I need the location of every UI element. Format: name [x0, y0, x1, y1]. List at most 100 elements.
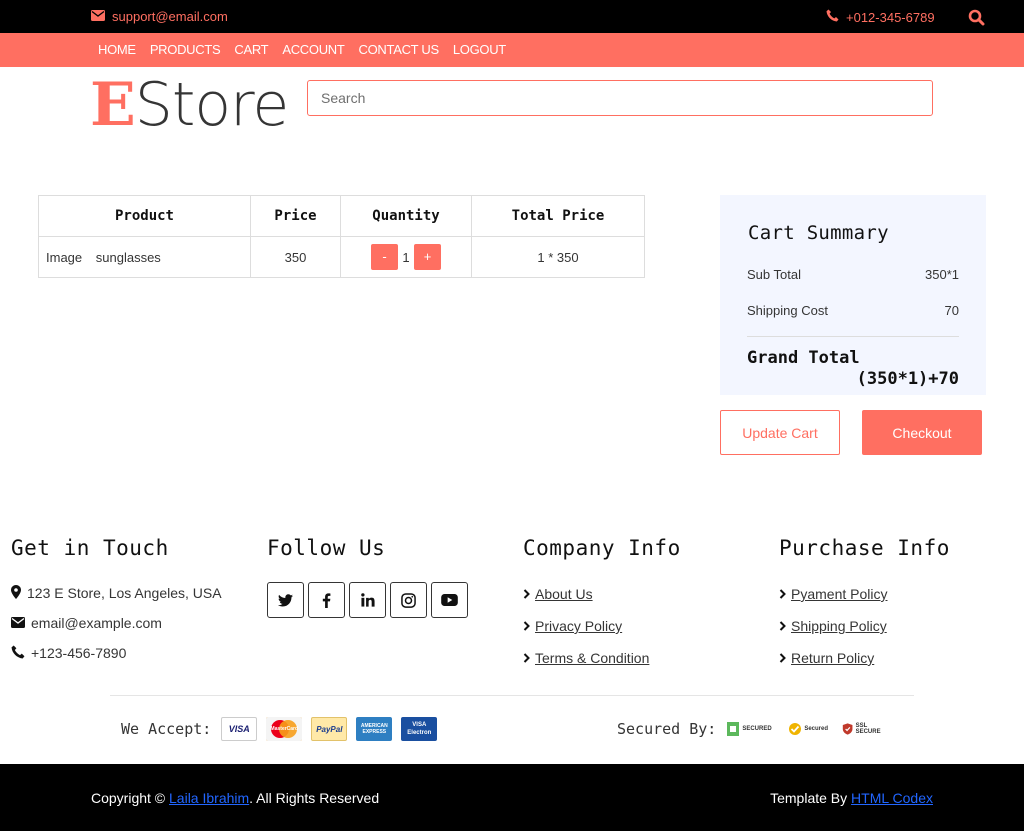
logo-text: Store: [134, 70, 290, 140]
header-total-price: Total Price: [471, 195, 645, 237]
footer-follow-us: Follow Us: [267, 536, 468, 618]
cell-product: Image sunglasses: [38, 236, 251, 278]
contact-phone-text: +123-456-7890: [31, 645, 127, 661]
secured-badge-icon: SECURED: [726, 717, 778, 741]
link-privacy-policy-text: Privacy Policy: [535, 618, 623, 634]
subtotal-label: Sub Total: [747, 267, 801, 282]
footer-divider: [110, 695, 914, 696]
link-privacy-policy[interactable]: Privacy Policy: [523, 610, 681, 642]
facebook-icon[interactable]: [308, 582, 345, 618]
header-price: Price: [250, 195, 341, 237]
increase-quantity-button[interactable]: +: [414, 244, 441, 270]
twitter-icon[interactable]: [267, 582, 304, 618]
update-cart-button[interactable]: Update Cart: [720, 410, 840, 455]
purchase-info-title: Purchase Info: [779, 536, 950, 560]
payment-methods: We Accept: VISA MasterCard PayPal AMERIC…: [121, 717, 446, 741]
footer-get-in-touch: Get in Touch 123 E Store, Los Angeles, U…: [11, 536, 222, 668]
footer-company-info: Company Info About Us Privacy Policy Ter…: [523, 536, 681, 674]
ssl-secure-icon: SSL SECURE: [842, 717, 886, 741]
link-terms-condition-text: Terms & Condition: [535, 650, 650, 666]
summary-divider: [747, 336, 959, 337]
instagram-icon[interactable]: [390, 582, 427, 618]
cart-table: Product Price Quantity Total Price Image…: [38, 195, 645, 278]
cart-table-header: Product Price Quantity Total Price: [38, 195, 645, 237]
checkout-button[interactable]: Checkout: [862, 410, 982, 455]
american-express-icon: AMERICAN EXPRESS: [356, 717, 393, 741]
table-row: Image sunglasses 350 - 1 + 1 * 350: [38, 236, 645, 278]
nav-item-products[interactable]: PRODUCTS: [150, 42, 221, 57]
summary-subtotal: Sub Total 350*1: [747, 267, 959, 282]
chevron-right-icon: [523, 586, 530, 602]
product-name[interactable]: sunglasses: [96, 250, 161, 265]
ssl-secure-text: SSL SECURE: [855, 723, 881, 735]
visa-electron-icon: VISA Electron: [401, 717, 438, 741]
quantity-stepper: - 1 +: [371, 244, 441, 270]
footer-purchase-info: Purchase Info Pyament Policy Shipping Po…: [779, 536, 950, 674]
nav-item-contact-us[interactable]: CONTACT US: [359, 42, 440, 57]
nav-item-cart[interactable]: CART: [234, 42, 268, 57]
topbar-email[interactable]: support@email.com: [91, 9, 228, 24]
copyright-prefix: Copyright ©: [91, 790, 170, 806]
contact-address-text: 123 E Store, Los Angeles, USA: [27, 585, 222, 601]
link-payment-policy-text: Pyament Policy: [791, 586, 888, 602]
linkedin-icon[interactable]: [349, 582, 386, 618]
grand-total-label: Grand Total: [747, 348, 860, 368]
link-return-policy[interactable]: Return Policy: [779, 642, 950, 674]
shipping-value: 70: [944, 303, 959, 318]
link-payment-policy[interactable]: Pyament Policy: [779, 578, 950, 610]
chevron-right-icon: [523, 650, 530, 666]
summary-title: Cart Summary: [748, 222, 889, 244]
chevron-right-icon: [779, 650, 786, 666]
contact-email: email@example.com: [11, 608, 222, 638]
paypal-icon: PayPal: [311, 717, 348, 741]
bottom-bar: Copyright © Laila Ibrahim. All Rights Re…: [0, 764, 1024, 831]
chevron-right-icon: [523, 618, 530, 634]
top-bar: support@email.com +012-345-6789: [0, 0, 1024, 33]
template-prefix: Template By: [770, 790, 852, 806]
grand-total-value: (350*1)+70: [856, 369, 959, 389]
chevron-right-icon: [779, 618, 786, 634]
search-icon[interactable]: [968, 9, 985, 26]
link-shipping-policy[interactable]: Shipping Policy: [779, 610, 950, 642]
social-links: [267, 582, 468, 618]
envelope-icon: [91, 9, 105, 24]
link-shipping-policy-text: Shipping Policy: [791, 618, 887, 634]
summary-grand-total: Grand Total (350*1)+70: [747, 348, 959, 389]
we-accept-label: We Accept:: [121, 720, 212, 738]
nav-item-account[interactable]: ACCOUNT: [282, 42, 344, 57]
visa-card-icon: VISA: [221, 717, 258, 741]
phone-icon: [11, 645, 25, 662]
secured-badge-text: SECURED: [742, 726, 772, 732]
template-credit: Template By HTML Codex: [770, 790, 933, 806]
link-about-us[interactable]: About Us: [523, 578, 681, 610]
nav-item-home[interactable]: HOME: [98, 42, 136, 57]
product-image[interactable]: Image: [46, 250, 82, 265]
link-terms-condition[interactable]: Terms & Condition: [523, 642, 681, 674]
shipping-label: Shipping Cost: [747, 303, 828, 318]
copyright-suffix: . All Rights Reserved: [249, 790, 380, 806]
youtube-icon[interactable]: [431, 582, 468, 618]
cart-summary: Cart Summary Sub Total 350*1 Shipping Co…: [720, 195, 986, 395]
get-in-touch-title: Get in Touch: [11, 536, 169, 560]
mastercard-icon: MasterCard: [266, 717, 303, 741]
search-input[interactable]: [307, 80, 933, 116]
topbar-email-text: support@email.com: [112, 9, 228, 24]
quantity-value[interactable]: 1: [398, 250, 414, 265]
contact-phone: +123-456-7890: [11, 638, 222, 668]
nav-item-logout[interactable]: LOGOUT: [453, 42, 506, 57]
secured-check-icon: Secured: [788, 717, 832, 741]
mastercard-label: MasterCard: [270, 726, 299, 732]
cell-total-price: 1 * 350: [471, 236, 645, 278]
template-link[interactable]: HTML Codex: [851, 790, 933, 806]
follow-us-title: Follow Us: [267, 536, 386, 560]
security-badges: Secured By: SECURED Secured SSL SECURE: [617, 717, 896, 741]
subtotal-value: 350*1: [925, 267, 959, 282]
store-logo[interactable]: EStore: [90, 70, 290, 140]
cell-quantity: - 1 +: [340, 236, 472, 278]
summary-shipping: Shipping Cost 70: [747, 303, 959, 318]
decrease-quantity-button[interactable]: -: [371, 244, 398, 270]
topbar-phone[interactable]: +012-345-6789: [826, 9, 935, 25]
author-link[interactable]: Laila Ibrahim: [169, 790, 249, 806]
map-marker-icon: [11, 584, 21, 602]
envelope-icon: [11, 615, 25, 631]
